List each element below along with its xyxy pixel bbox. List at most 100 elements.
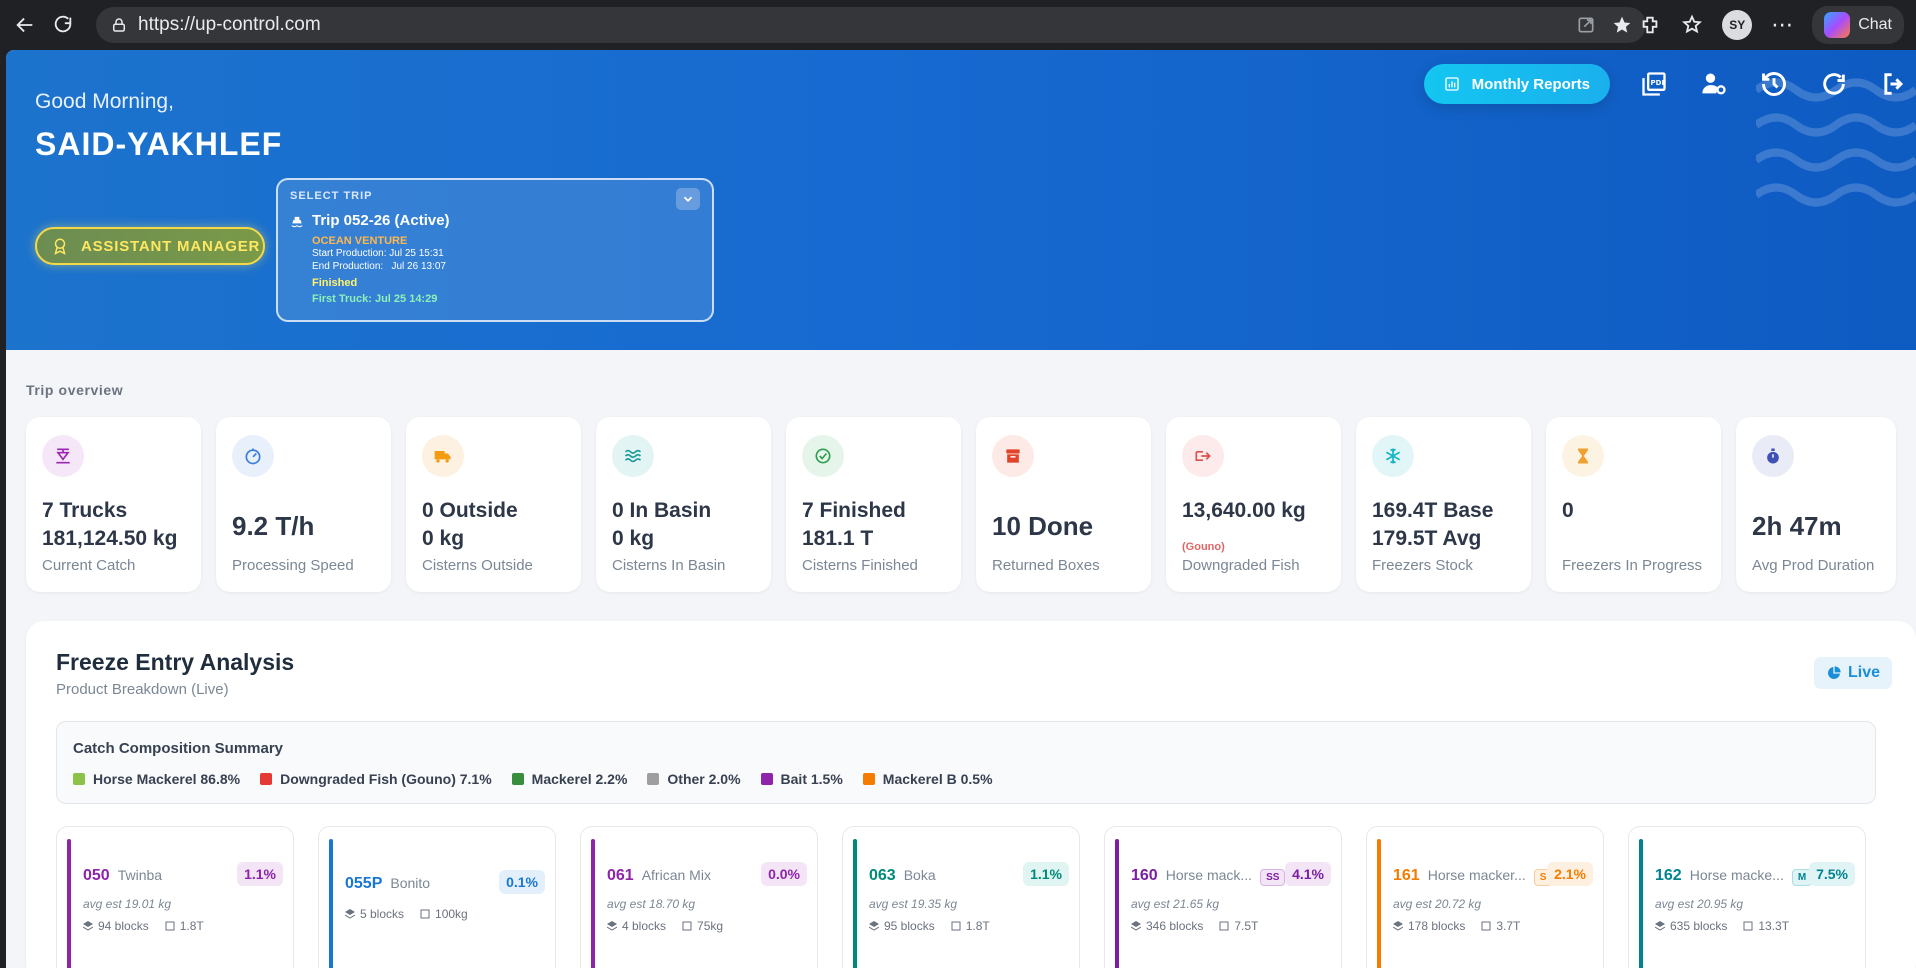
favorites-icon[interactable] — [1680, 13, 1704, 37]
legend-label: Mackerel 2.2% — [531, 771, 628, 787]
stat-subnote: (Gouno) — [1182, 541, 1225, 553]
legend-label: Bait 1.5% — [780, 771, 843, 787]
product-card[interactable]: 160 Horse mack... SS 4.1% avg est 21.65 … — [1104, 826, 1342, 968]
product-percent: 1.1% — [237, 862, 283, 886]
trip-vessel: OCEAN VENTURE — [312, 235, 408, 247]
layers-icon — [345, 909, 355, 919]
panel-subtitle: Product Breakdown (Live) — [56, 681, 229, 698]
product-card[interactable]: 161 Horse macker... S 2.1% avg est 20.72… — [1366, 826, 1604, 968]
address-bar[interactable]: https://up-control.com — [96, 7, 1646, 43]
header-actions: Monthly Reports PDF — [1423, 64, 1910, 104]
layers-icon — [1655, 921, 1665, 931]
product-accent-bar — [67, 839, 71, 968]
legend-swatch — [511, 773, 524, 785]
section-title: Trip overview — [26, 382, 124, 398]
product-avg-weight: avg est 18.70 kg — [607, 897, 696, 911]
stat-card-cisterns-outside[interactable]: 0 Outside 0 kg Cisterns Outside — [406, 417, 581, 592]
product-blocks: 346 blocks — [1146, 919, 1204, 933]
stat-card-processing-speed[interactable]: 9.2 T/h Processing Speed — [216, 417, 391, 592]
product-name: Boka — [903, 867, 936, 883]
product-weight: 100kg — [435, 907, 468, 921]
live-badge[interactable]: Live — [1813, 657, 1892, 689]
stat-card-downgraded-fish[interactable]: 13,640.00 kg (Gouno) Downgraded Fish — [1166, 417, 1341, 592]
fish-icon — [1182, 435, 1224, 477]
role-label: ASSISTANT MANAGER — [81, 237, 261, 255]
legend-label: Horse Mackerel 86.8% — [93, 771, 241, 787]
pdf-export-icon[interactable]: PDF — [1638, 68, 1670, 100]
stat-label: Current Catch — [42, 557, 136, 574]
product-card[interactable]: 061 African Mix 0.0% avg est 18.70 kg 4 … — [580, 826, 818, 968]
svg-text:PDF: PDF — [1651, 79, 1667, 87]
product-cards: 050 Twinba 1.1% avg est 19.01 kg 94 bloc… — [56, 826, 1866, 968]
product-code: 160 — [1131, 867, 1158, 884]
user-settings-icon[interactable] — [1698, 68, 1730, 100]
reload-icon[interactable] — [46, 8, 80, 42]
trip-selector[interactable]: SELECT TRIP Trip 052-26 (Active) OCEAN V… — [276, 178, 714, 322]
award-icon — [54, 238, 66, 255]
product-card[interactable]: 050 Twinba 1.1% avg est 19.01 kg 94 bloc… — [56, 826, 294, 968]
stat-value-secondary: 0 kg — [612, 527, 655, 550]
product-blocks: 95 blocks — [884, 919, 935, 933]
stat-card-cisterns-finished[interactable]: 7 Finished 181.1 T Cisterns Finished — [786, 417, 961, 592]
product-name: African Mix — [641, 867, 711, 883]
profile-avatar[interactable]: SY — [1722, 10, 1753, 40]
product-accent-bar — [1639, 839, 1643, 968]
copilot-chat-button[interactable]: Chat — [1812, 6, 1904, 44]
stat-card-cisterns-in-basin[interactable]: 0 In Basin 0 kg Cisterns In Basin — [596, 417, 771, 592]
monthly-reports-button[interactable]: Monthly Reports — [1423, 64, 1610, 104]
water-icon — [612, 435, 654, 477]
stat-card-current-catch[interactable]: 7 Trucks 181,124.50 kg Current Catch — [26, 417, 201, 592]
product-card[interactable]: 162 Horse macke... M 7.5% avg est 20.95 … — [1628, 826, 1866, 968]
product-percent: 2.1% — [1547, 862, 1593, 886]
product-code: 061 — [607, 867, 634, 884]
refresh-icon[interactable] — [1818, 68, 1850, 100]
favorite-star-icon[interactable] — [1612, 15, 1632, 35]
ship-icon — [291, 216, 303, 227]
legend-item: Mackerel B 0.5% — [862, 771, 993, 787]
stat-value: 169.4T Base — [1372, 499, 1494, 522]
product-code: 162 — [1655, 867, 1682, 884]
product-avg-weight: avg est 19.35 kg — [869, 897, 958, 911]
legend-item: Downgraded Fish (Gouno) 7.1% — [260, 771, 492, 787]
stat-label: Cisterns In Basin — [612, 557, 726, 574]
product-weight: 13.3T — [1758, 919, 1790, 933]
product-blocks: 94 blocks — [98, 919, 149, 933]
product-percent: 4.1% — [1285, 862, 1331, 886]
back-icon[interactable] — [8, 8, 42, 42]
trip-select-label: SELECT TRIP — [290, 190, 373, 202]
product-size-badge: SS — [1260, 869, 1286, 886]
chevron-down-icon[interactable] — [676, 188, 700, 210]
history-icon[interactable] — [1758, 68, 1790, 100]
legend-item: Horse Mackerel 86.8% — [73, 771, 240, 787]
stat-value: 10 Done — [992, 511, 1094, 541]
more-menu-icon[interactable]: ⋯ — [1770, 12, 1794, 37]
product-card[interactable]: 055P Bonito 0.1% 5 blocks 100kg — [318, 826, 556, 968]
stat-label: Processing Speed — [232, 557, 354, 574]
product-card[interactable]: 063 Boka 1.1% avg est 19.35 kg 95 blocks… — [842, 826, 1080, 968]
product-code: 050 — [83, 867, 110, 884]
product-blocks: 4 blocks — [622, 919, 667, 933]
role-badge: ASSISTANT MANAGER — [35, 227, 265, 265]
stopwatch-icon — [1752, 435, 1794, 477]
legend-item: Bait 1.5% — [760, 771, 843, 787]
report-icon — [1444, 77, 1459, 91]
product-avg-weight: avg est 21.65 kg — [1131, 897, 1220, 911]
product-code: 055P — [345, 875, 383, 892]
stat-value: 9.2 T/h — [232, 511, 315, 541]
stat-value: 2h 47m — [1752, 511, 1842, 541]
stat-card-freezers-stock[interactable]: 169.4T Base 179.5T Avg Freezers Stock — [1356, 417, 1531, 592]
open-in-app-icon[interactable] — [1576, 15, 1596, 35]
lock-icon — [113, 18, 125, 32]
extensions-icon[interactable] — [1638, 13, 1662, 37]
composition-legend: Horse Mackerel 86.8% Downgraded Fish (Go… — [73, 771, 1859, 787]
dashboard-header: Good Morning, SAID-YAKHLEF ASSISTANT MAN… — [6, 50, 1916, 350]
stat-card-freezers-in-progress[interactable]: 0 Freezers In Progress — [1546, 417, 1721, 592]
stat-label: Cisterns Finished — [802, 557, 918, 574]
stat-card-returned-boxes[interactable]: 10 Done Returned Boxes — [976, 417, 1151, 592]
stat-value-secondary: 179.5T Avg — [1372, 527, 1482, 550]
stat-label: Downgraded Fish — [1182, 557, 1300, 574]
logout-icon[interactable] — [1878, 68, 1910, 100]
stat-card-avg-prod-duration[interactable]: 2h 47m Avg Prod Duration — [1736, 417, 1896, 592]
stat-value: 13,640.00 kg — [1182, 499, 1306, 522]
weight-icon — [165, 921, 175, 931]
